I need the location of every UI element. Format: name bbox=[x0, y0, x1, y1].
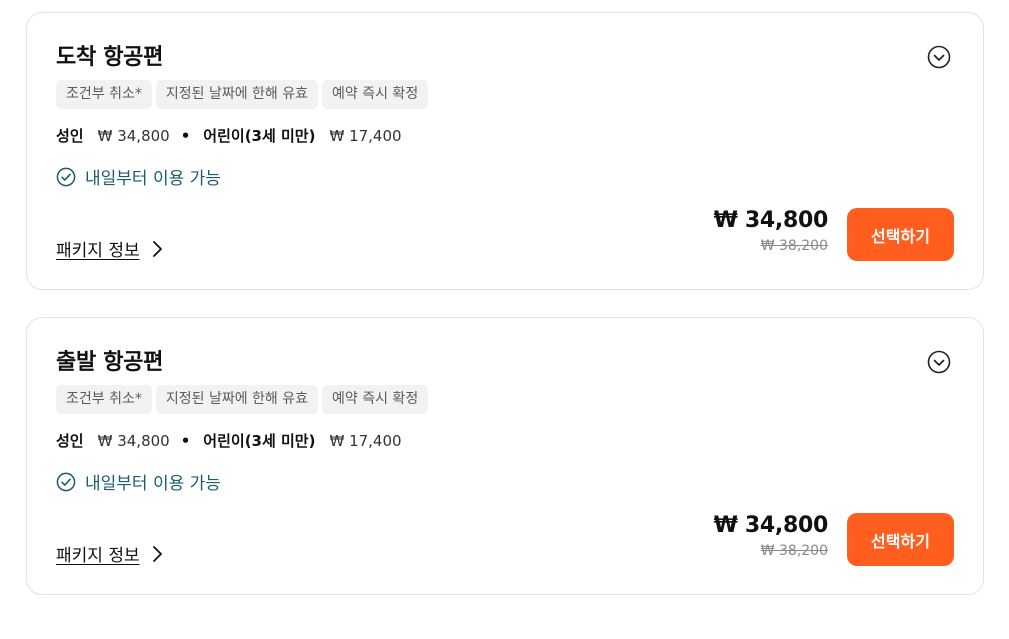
passenger-prices: 성인 ₩ 34,800 • 어린이(3세 미만) ₩ 17,400 bbox=[56, 430, 402, 451]
tag-date-valid: 지정된 날짜에 한해 유효 bbox=[155, 80, 319, 109]
adult-label: 성인 bbox=[56, 432, 84, 450]
child-label: 어린이(3세 미만) bbox=[203, 432, 316, 450]
card-title: 도착 항공편 bbox=[56, 45, 164, 70]
availability-text: 내일부터 이용 가능 bbox=[85, 169, 221, 189]
select-button[interactable]: 선택하기 bbox=[847, 513, 954, 566]
tag-instant-confirm: 예약 즉시 확정 bbox=[322, 80, 429, 109]
availability-text: 내일부터 이용 가능 bbox=[85, 474, 221, 494]
tag-date-valid: 지정된 날짜에 한해 유효 bbox=[155, 385, 319, 414]
ticket-option-card-departure: 출발 항공편 조건부 취소* 지정된 날짜에 한해 유효 예약 즉시 확정 성인… bbox=[26, 317, 984, 595]
passenger-prices: 성인 ₩ 34,800 • 어린이(3세 미만) ₩ 17,400 bbox=[56, 125, 402, 146]
package-info-link[interactable]: 패키지 정보 bbox=[56, 236, 165, 261]
tag-list: 조건부 취소* 지정된 날짜에 한해 유효 예약 즉시 확정 bbox=[56, 80, 429, 109]
tag-list: 조건부 취소* 지정된 날짜에 한해 유효 예약 즉시 확정 bbox=[56, 385, 429, 414]
price-block: ₩ 34,800 ₩ 38,200 bbox=[713, 513, 829, 561]
tag-conditional-cancel: 조건부 취소* bbox=[56, 80, 152, 109]
child-price: ₩ 17,400 bbox=[329, 126, 402, 145]
child-label: 어린이(3세 미만) bbox=[203, 127, 316, 145]
availability-note: 내일부터 이용 가능 bbox=[56, 469, 221, 494]
chevron-right-icon bbox=[152, 240, 162, 257]
check-circle-icon bbox=[56, 472, 76, 491]
price-block: ₩ 34,800 ₩ 38,200 bbox=[713, 208, 829, 256]
chevron-right-icon bbox=[152, 545, 162, 562]
check-circle-icon bbox=[56, 167, 76, 186]
child-price: ₩ 17,400 bbox=[329, 431, 402, 450]
chevron-down-circle-icon[interactable] bbox=[927, 45, 951, 69]
current-price: ₩ 34,800 bbox=[713, 208, 829, 233]
adult-price: ₩ 34,800 bbox=[97, 431, 170, 450]
tag-instant-confirm: 예약 즉시 확정 bbox=[322, 385, 429, 414]
ticket-option-card-arrival: 도착 항공편 조건부 취소* 지정된 날짜에 한해 유효 예약 즉시 확정 성인… bbox=[26, 12, 984, 290]
package-info-label: 패키지 정보 bbox=[56, 546, 140, 566]
card-title: 출발 항공편 bbox=[56, 350, 164, 375]
separator-dot: • bbox=[180, 431, 191, 450]
separator-dot: • bbox=[180, 126, 191, 145]
original-price: ₩ 38,200 bbox=[760, 238, 828, 254]
current-price: ₩ 34,800 bbox=[713, 513, 829, 538]
adult-label: 성인 bbox=[56, 127, 84, 145]
availability-note: 내일부터 이용 가능 bbox=[56, 164, 221, 189]
tag-conditional-cancel: 조건부 취소* bbox=[56, 385, 152, 414]
chevron-down-circle-icon[interactable] bbox=[927, 350, 951, 374]
original-price: ₩ 38,200 bbox=[760, 543, 828, 559]
package-info-label: 패키지 정보 bbox=[56, 241, 140, 261]
package-info-link[interactable]: 패키지 정보 bbox=[56, 541, 165, 566]
adult-price: ₩ 34,800 bbox=[97, 126, 170, 145]
select-button[interactable]: 선택하기 bbox=[847, 208, 954, 261]
